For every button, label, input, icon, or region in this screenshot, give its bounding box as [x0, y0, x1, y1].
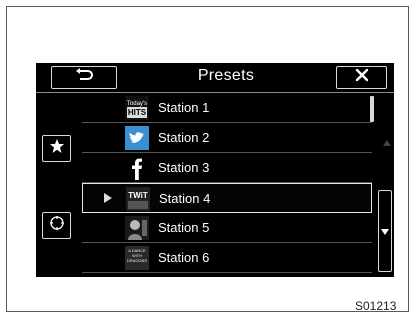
scroll-up-button[interactable]: [381, 97, 393, 187]
scroll-thumb[interactable]: [370, 96, 374, 122]
list-item[interactable]: Station 3: [82, 153, 372, 183]
back-button[interactable]: [51, 66, 117, 89]
todays-hits-logo: Today's HITS: [125, 96, 149, 120]
list-item[interactable]: A DANCE WITH DRAGONS Station 6: [82, 243, 372, 273]
triangle-down-icon: [381, 222, 389, 240]
favorite-button[interactable]: [42, 135, 71, 162]
page-title: Presets: [197, 67, 255, 84]
list-item[interactable]: Today's HITS Station 1: [82, 93, 372, 123]
head-unit-screen: Presets Today's HITS Station 1 Station 2…: [36, 63, 394, 277]
station-label: Station 2: [158, 130, 210, 145]
twitter-bird-icon: [125, 126, 149, 150]
list-item[interactable]: Station 5: [82, 213, 372, 243]
station-label: Station 6: [158, 250, 210, 265]
tune-button[interactable]: [42, 212, 71, 239]
svg-text:Today's: Today's: [127, 101, 147, 107]
close-icon: [355, 68, 369, 87]
star-icon: [49, 138, 65, 159]
tune-dial-icon: [49, 215, 65, 236]
figure-frame: Presets Today's HITS Station 1 Station 2…: [6, 6, 409, 313]
station-label: Station 3: [158, 160, 210, 175]
station-label: Station 4: [159, 191, 211, 206]
station-label: Station 1: [158, 100, 210, 115]
close-button[interactable]: [336, 66, 387, 89]
podcast-artwork: [125, 216, 149, 240]
now-playing-icon: [104, 193, 112, 203]
station-label: Station 5: [158, 220, 210, 235]
twit-logo: TWiT: [126, 187, 150, 211]
back-arrow-icon: [74, 68, 94, 87]
figure-code: S01213: [355, 299, 397, 313]
preset-list: Today's HITS Station 1 Station 2 Station…: [82, 93, 376, 277]
scroll-down-button[interactable]: [378, 190, 392, 272]
facebook-f-icon: [125, 156, 149, 180]
list-item-selected[interactable]: TWiT Station 4: [82, 183, 372, 213]
triangle-up-icon: [383, 133, 391, 151]
list-item[interactable]: Station 2: [82, 123, 372, 153]
audiobook-cover: A DANCE WITH DRAGONS: [125, 246, 149, 270]
header-bar: Presets: [36, 63, 394, 93]
